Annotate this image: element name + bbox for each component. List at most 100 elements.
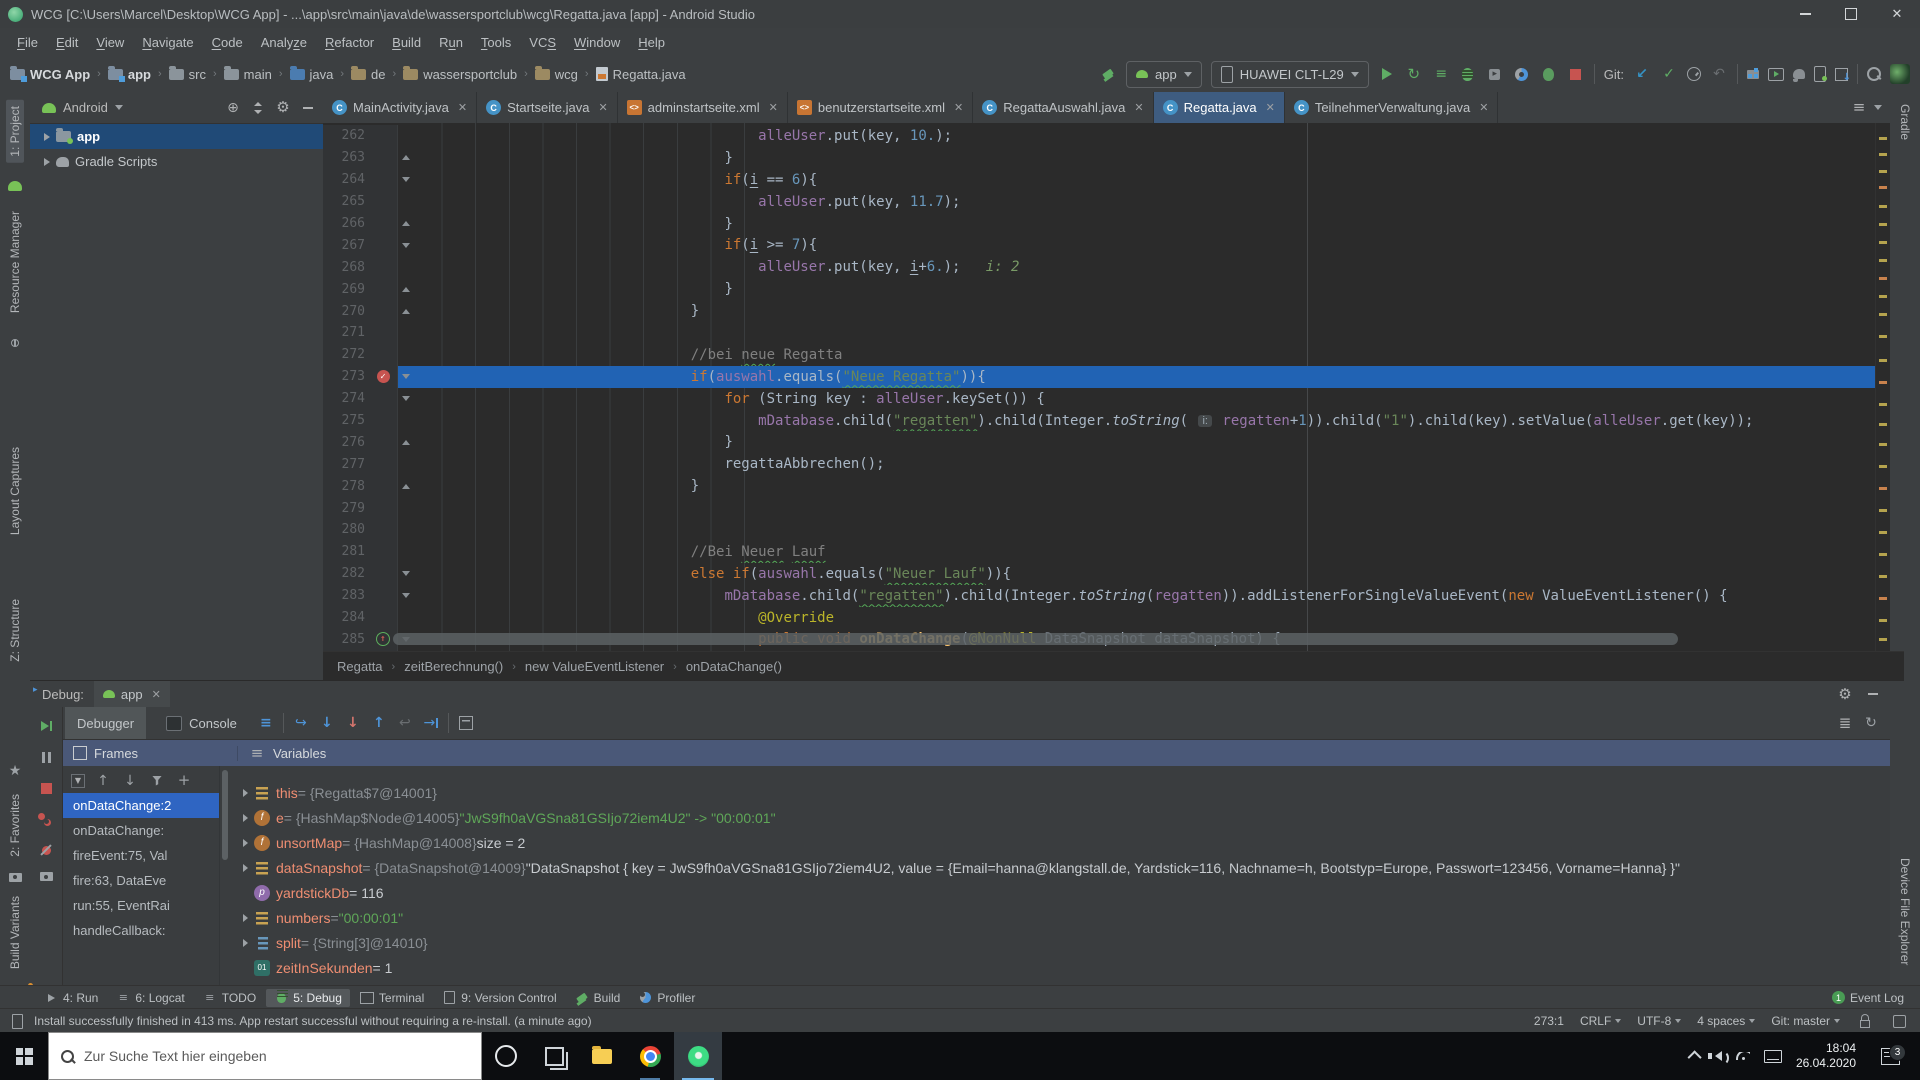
debug-settings-button[interactable]: ⚙ xyxy=(1836,685,1854,703)
debugger-tab-console[interactable]: Console xyxy=(154,707,249,739)
network-icon[interactable] xyxy=(1735,1052,1750,1060)
frames-scrollbar[interactable] xyxy=(219,766,230,986)
stop-button[interactable] xyxy=(1567,65,1585,83)
warning-mark[interactable] xyxy=(1879,553,1887,556)
attach-profiler-button[interactable] xyxy=(1540,65,1558,83)
warning-mark[interactable] xyxy=(1879,170,1887,173)
run-to-cursor-button[interactable] xyxy=(422,714,440,732)
gutter-icons[interactable] xyxy=(369,584,398,607)
gutter-icons[interactable] xyxy=(369,322,398,344)
gutter-icons[interactable] xyxy=(369,343,398,366)
fold-marker[interactable] xyxy=(398,541,414,563)
code-line-262[interactable]: 262 alleUser .put(key, 10.); xyxy=(323,125,1876,147)
close-icon[interactable]: ✕ xyxy=(1266,101,1275,114)
fold-up-icon[interactable] xyxy=(402,155,410,161)
variable-row-zeitinsekunden[interactable]: 01 zeitInSekunden = 1 xyxy=(230,955,1890,980)
readonly-lock-button[interactable] xyxy=(1856,1012,1874,1030)
code-editor[interactable]: 262 alleUser .put(key, 10.); 263 } 264 if(i… xyxy=(323,123,1890,651)
warning-mark[interactable] xyxy=(1879,531,1887,534)
fold-up-icon[interactable] xyxy=(402,221,410,226)
layout-settings-button[interactable]: ≣ xyxy=(1836,714,1854,732)
git-commit-button[interactable]: ✓ xyxy=(1660,65,1678,83)
menu-file[interactable]: File xyxy=(8,31,47,54)
fold-marker[interactable] xyxy=(398,410,414,432)
collapse-all-button[interactable] xyxy=(249,99,267,117)
fold-marker[interactable] xyxy=(398,169,414,191)
stripe-item-build-variants[interactable]: Build Variants xyxy=(8,894,22,971)
toolwindow-event-log[interactable]: 1 Event Log xyxy=(1824,989,1912,1007)
camera-sb-icon[interactable] xyxy=(8,872,22,882)
chevron-right-icon[interactable] xyxy=(44,132,50,141)
close-icon[interactable]: ✕ xyxy=(598,101,607,114)
frames-header[interactable]: Frames xyxy=(63,745,238,761)
tab-adminstartseite-xml[interactable]: <> adminstartseite.xml ✕ xyxy=(618,92,788,123)
fold-marker[interactable] xyxy=(398,585,414,607)
editor-breadcrumb-1[interactable]: zeitBerechnung() xyxy=(404,659,503,674)
tab-startseite-java[interactable]: C Startseite.java ✕ xyxy=(477,92,618,123)
android-head-icon[interactable] xyxy=(8,180,22,191)
encoding[interactable]: UTF-8 xyxy=(1637,1014,1682,1028)
add-button[interactable]: + xyxy=(175,772,193,790)
code-line-281[interactable]: 281 //Bei Neuer Lauf xyxy=(323,540,1876,563)
fold-marker[interactable] xyxy=(398,147,414,169)
android-studio-button[interactable] xyxy=(674,1032,722,1080)
fold-marker[interactable] xyxy=(398,475,414,497)
run-config-select[interactable]: app xyxy=(1126,60,1202,88)
toolwindow-todo[interactable]: ≡ TODO xyxy=(195,989,264,1007)
project-structure-button[interactable] xyxy=(1747,69,1759,79)
hide-debug-button[interactable] xyxy=(1864,685,1882,703)
bug-button[interactable] xyxy=(1459,65,1477,83)
breadcrumb-item-src[interactable]: src xyxy=(168,65,206,82)
close-button[interactable]: ✕ xyxy=(1874,0,1920,28)
taskbar-clock[interactable]: 18:04 26.04.2020 xyxy=(1796,1041,1856,1071)
hide-panel-button[interactable] xyxy=(299,99,317,117)
action-center-button[interactable]: 3 xyxy=(1870,1043,1910,1065)
code-line-275[interactable]: 275 mDatabase .child("regatten").child(In… xyxy=(323,409,1876,432)
chrome-button[interactable] xyxy=(626,1032,674,1080)
minimize-button[interactable] xyxy=(1782,0,1828,28)
warning-mark[interactable] xyxy=(1879,465,1887,468)
locate-file-button[interactable]: ⊕ xyxy=(224,99,242,117)
warning-mark[interactable] xyxy=(1879,259,1887,262)
menu-run[interactable]: Run xyxy=(430,31,472,54)
close-icon[interactable]: ✕ xyxy=(458,101,467,114)
gutter-icons[interactable] xyxy=(369,497,398,520)
code-line-276[interactable]: 276 } xyxy=(323,431,1876,454)
view-breakpoints-button[interactable] xyxy=(37,810,55,828)
menu-view[interactable]: View xyxy=(87,31,133,54)
warning-mark[interactable] xyxy=(1879,423,1887,426)
breadcrumb-item-main[interactable]: main xyxy=(223,65,272,82)
stripe-item-z-structure[interactable]: Z: Structure xyxy=(8,597,22,664)
apply-code-button[interactable]: ≡ xyxy=(1432,65,1450,83)
line-separator[interactable]: CRLF xyxy=(1580,1014,1622,1028)
tab-mainactivity-java[interactable]: C MainActivity.java ✕ xyxy=(323,92,478,123)
fold-down-icon[interactable] xyxy=(402,593,410,599)
revert-button[interactable]: ↶ xyxy=(1710,65,1728,83)
expand-icon[interactable] xyxy=(238,863,252,872)
breakpoint-icon[interactable]: ✓ xyxy=(376,370,390,384)
cortana-button[interactable] xyxy=(482,1032,530,1080)
fold-marker[interactable] xyxy=(398,344,414,366)
editor-breadcrumb-2[interactable]: new ValueEventListener xyxy=(525,659,664,674)
start-button[interactable] xyxy=(0,1032,48,1080)
warning-mark[interactable] xyxy=(1879,277,1887,280)
code-line-284[interactable]: 284 @Override xyxy=(323,606,1876,629)
git-update-button[interactable]: ↙ xyxy=(1633,65,1651,83)
warning-mark[interactable] xyxy=(1879,638,1887,641)
fold-down-icon[interactable] xyxy=(402,396,410,402)
tab-teilnehmerverwaltung-java[interactable]: C TeilnehmerVerwaltung.java ✕ xyxy=(1285,92,1499,123)
breadcrumb-item-regatta-java[interactable]: Regatta.java xyxy=(595,67,686,82)
run-button[interactable] xyxy=(1378,65,1396,83)
variable-row-this[interactable]: this = {Regatta$7@14001} xyxy=(230,780,1890,805)
gutter-icons[interactable] xyxy=(369,387,398,410)
camera-sb-button[interactable] xyxy=(39,872,53,881)
code-line-265[interactable]: 265 alleUser .put(key, 11.7); xyxy=(323,190,1876,213)
menu-analyze[interactable]: Analyze xyxy=(252,31,316,54)
fold-down-icon[interactable] xyxy=(402,571,410,577)
chevron-right-icon[interactable] xyxy=(44,157,50,166)
gutter-icons[interactable] xyxy=(369,146,398,169)
code-line-278[interactable]: 278 } xyxy=(323,475,1876,498)
toolwindow-5-debug[interactable]: 5: Debug xyxy=(266,988,350,1007)
fold-marker[interactable] xyxy=(398,563,414,585)
tab-benutzerstartseite-xml[interactable]: <> benutzerstartseite.xml ✕ xyxy=(788,92,974,123)
